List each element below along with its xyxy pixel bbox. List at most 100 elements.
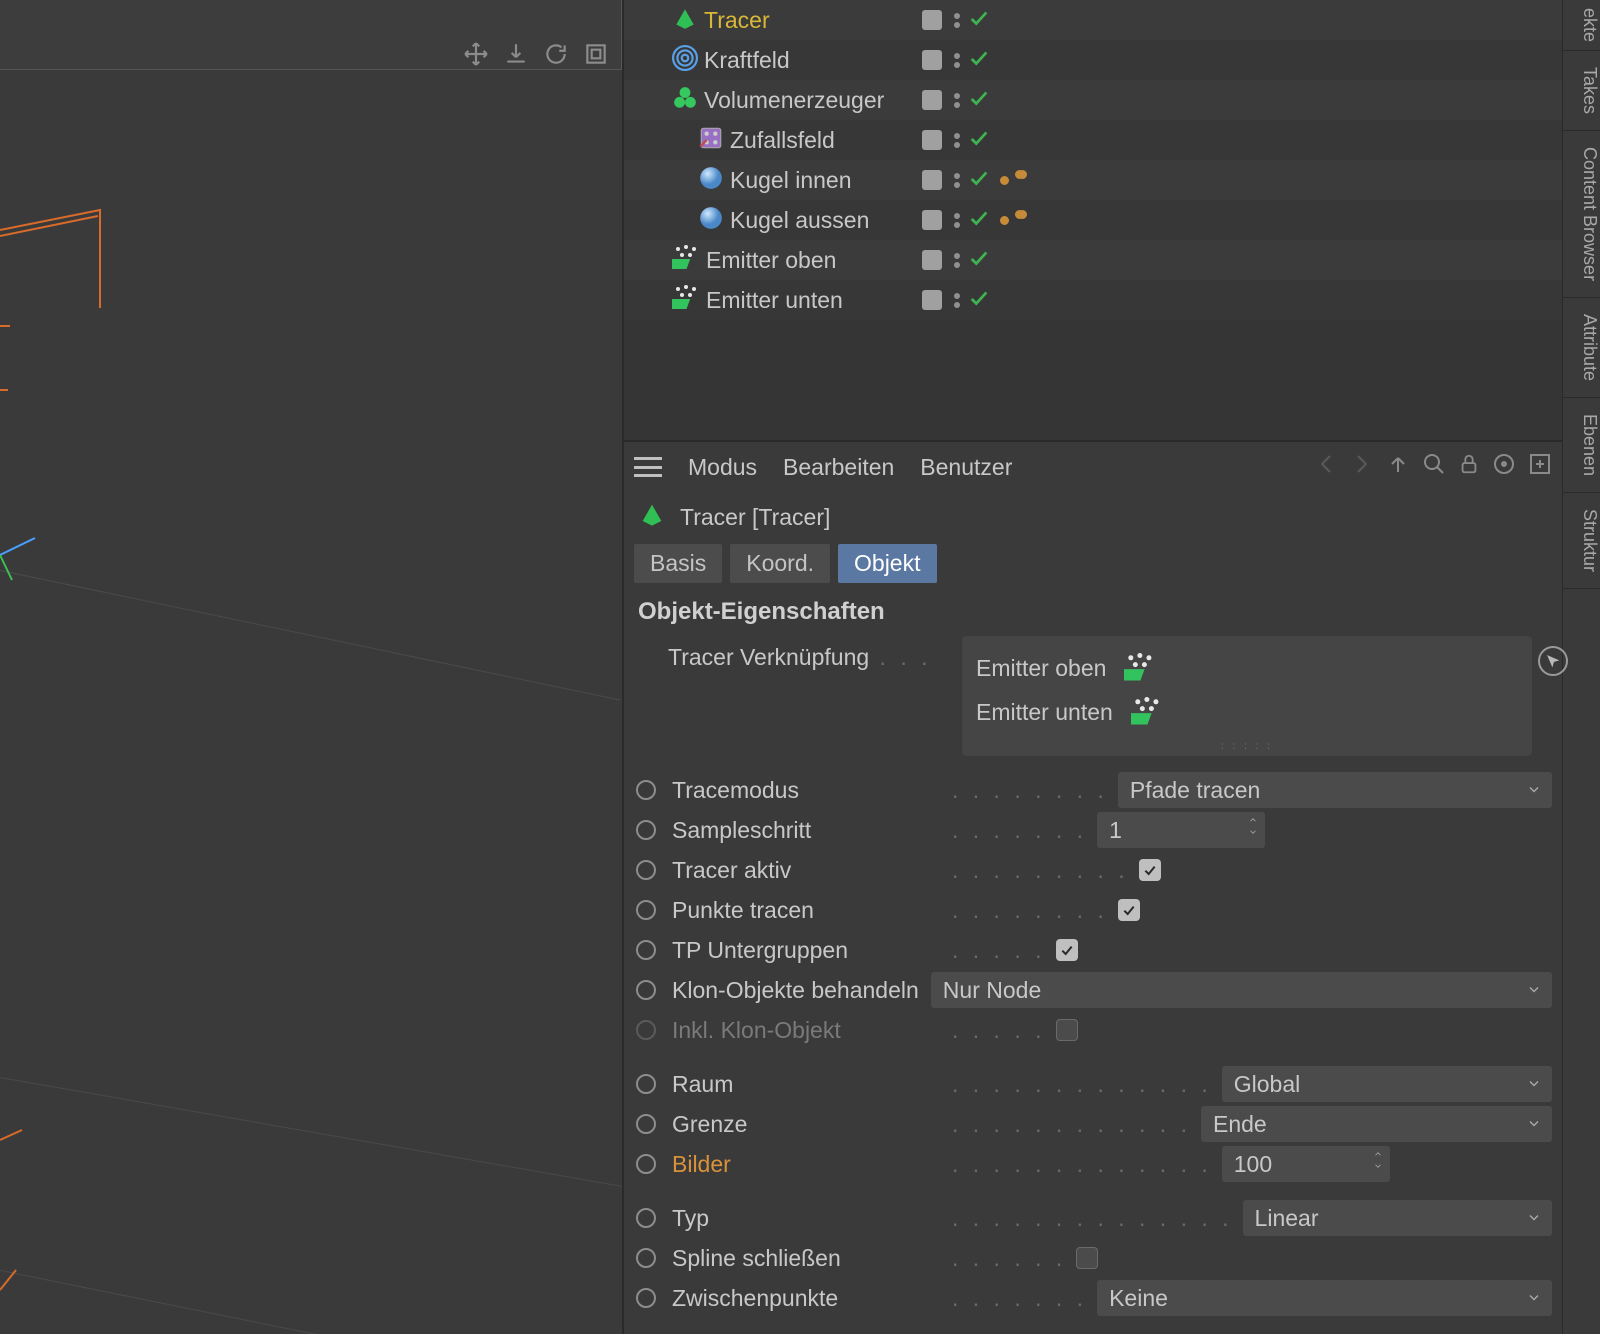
spin-icon[interactable] — [1247, 815, 1259, 837]
sidetab-attribute[interactable]: Attribute — [1563, 298, 1600, 398]
grenze-select[interactable]: Ende — [1201, 1106, 1552, 1142]
hierarchy-row-emitter-oben[interactable]: Emitter oben — [624, 240, 1562, 280]
tp-untergruppen-checkbox[interactable] — [1056, 939, 1078, 961]
object-manager[interactable]: − Tracer — [622, 0, 1562, 440]
visibility-toggle[interactable] — [922, 210, 942, 230]
sidetab-takes[interactable]: Takes — [1563, 51, 1600, 131]
link-list[interactable]: Emitter oben Emitter unten : : : : : — [962, 636, 1532, 756]
zwischenpunkte-select[interactable]: Keine — [1097, 1280, 1552, 1316]
link-item[interactable]: Emitter unten — [976, 690, 1518, 734]
anim-dot-icon[interactable] — [636, 1248, 656, 1268]
anim-dot-icon[interactable] — [636, 940, 656, 960]
layer-dots[interactable] — [954, 93, 960, 108]
sidetab-content-browser[interactable]: Content Browser — [1563, 131, 1600, 298]
anim-dot-icon[interactable] — [636, 780, 656, 800]
menu-user[interactable]: Benutzer — [920, 454, 1012, 481]
sidetab-struktur[interactable]: Struktur — [1563, 493, 1600, 589]
attribute-object-title: Tracer [Tracer] — [624, 492, 1562, 542]
material-tag-icon[interactable] — [1000, 216, 1031, 225]
spin-icon[interactable] — [1372, 1149, 1384, 1171]
layer-dots[interactable] — [954, 133, 960, 148]
menu-mode[interactable]: Modus — [688, 454, 757, 481]
search-icon[interactable] — [1422, 452, 1446, 482]
tracemodus-select[interactable]: Pfade tracen — [1118, 772, 1552, 808]
enable-check-icon[interactable] — [968, 47, 990, 74]
enable-check-icon[interactable] — [968, 247, 990, 274]
prop-typ: Typ . . . . . . . . . . . . . . Linear — [624, 1198, 1562, 1238]
visibility-toggle[interactable] — [922, 50, 942, 70]
new-window-icon[interactable] — [1528, 452, 1552, 482]
nav-back-icon[interactable] — [1314, 452, 1338, 482]
enable-check-icon[interactable] — [968, 7, 990, 34]
hierarchy-row-kugel-aussen[interactable]: Kugel aussen — [624, 200, 1562, 240]
tracer-icon — [672, 5, 698, 36]
enable-check-icon[interactable] — [968, 287, 990, 314]
link-item-label: Emitter unten — [976, 699, 1113, 726]
drop-icon[interactable] — [500, 38, 532, 70]
tab-objekt[interactable]: Objekt — [838, 544, 936, 583]
layer-dots[interactable] — [954, 253, 960, 268]
hierarchy-row-emitter-unten[interactable]: Emitter unten — [624, 280, 1562, 320]
nav-forward-icon[interactable] — [1350, 452, 1374, 482]
typ-select[interactable]: Linear — [1243, 1200, 1552, 1236]
visibility-toggle[interactable] — [922, 90, 942, 110]
hierarchy-row-tracer[interactable]: Tracer — [624, 0, 1562, 40]
anim-dot-icon[interactable] — [636, 1208, 656, 1228]
nav-up-icon[interactable] — [1386, 452, 1410, 482]
visibility-toggle[interactable] — [922, 290, 942, 310]
anim-dot-icon[interactable] — [636, 900, 656, 920]
layer-dots[interactable] — [954, 173, 960, 188]
chevron-down-icon — [1526, 977, 1542, 1004]
anim-dot-icon[interactable] — [636, 1114, 656, 1134]
hierarchy-row-kraftfeld[interactable]: Kraftfeld — [624, 40, 1562, 80]
anim-dot-icon[interactable] — [636, 860, 656, 880]
menu-icon[interactable] — [634, 457, 662, 477]
visibility-toggle[interactable] — [922, 250, 942, 270]
sampleschritt-input[interactable]: 1 — [1097, 812, 1265, 848]
visibility-toggle[interactable] — [922, 170, 942, 190]
enable-check-icon[interactable] — [968, 167, 990, 194]
punkte-tracen-checkbox[interactable] — [1118, 899, 1140, 921]
visibility-toggle[interactable] — [922, 10, 942, 30]
layer-dots[interactable] — [954, 53, 960, 68]
tab-basis[interactable]: Basis — [634, 544, 722, 583]
viewport[interactable] — [0, 0, 622, 1334]
anim-dot-icon[interactable] — [636, 980, 656, 1000]
layer-dots[interactable] — [954, 13, 960, 28]
hierarchy-row-volumenerzeuger[interactable]: Volumenerzeuger — [624, 80, 1562, 120]
visibility-toggle[interactable] — [922, 130, 942, 150]
bilder-input[interactable]: 100 — [1222, 1146, 1390, 1182]
move-icon[interactable] — [460, 38, 492, 70]
tracer-aktiv-checkbox[interactable] — [1139, 859, 1161, 881]
layer-dots[interactable] — [954, 213, 960, 228]
dots-icon: . . . . . . . . — [952, 897, 1118, 924]
hierarchy-row-kugel-innen[interactable]: Kugel innen — [624, 160, 1562, 200]
drag-handle-icon[interactable]: : : : : : — [1221, 741, 1273, 752]
enable-check-icon[interactable] — [968, 127, 990, 154]
pick-object-icon[interactable] — [1538, 646, 1568, 676]
anim-dot-icon[interactable] — [636, 1288, 656, 1308]
menu-edit[interactable]: Bearbeiten — [783, 454, 894, 481]
chevron-down-icon — [1526, 1205, 1542, 1232]
anim-dot-icon[interactable] — [636, 1154, 656, 1174]
lock-icon[interactable] — [1458, 453, 1480, 481]
hierarchy-row-zufallsfeld[interactable]: Zufallsfeld — [624, 120, 1562, 160]
layer-dots[interactable] — [954, 293, 960, 308]
sidetab-ebenen[interactable]: Ebenen — [1563, 398, 1600, 493]
sidetab-objekte[interactable]: ekte — [1563, 0, 1600, 51]
rotate-icon[interactable] — [540, 38, 572, 70]
tab-koord[interactable]: Koord. — [730, 544, 830, 583]
anim-dot-icon[interactable] — [636, 1074, 656, 1094]
anim-dot-icon[interactable] — [636, 820, 656, 840]
emitter-icon — [1131, 695, 1165, 729]
material-tag-icon[interactable] — [1000, 176, 1031, 185]
link-item[interactable]: Emitter oben — [976, 646, 1518, 690]
spline-schliessen-checkbox[interactable] — [1076, 1247, 1098, 1269]
frame-icon[interactable] — [580, 38, 612, 70]
klon-behandeln-select[interactable]: Nur Node — [931, 972, 1552, 1008]
section-title: Objekt-Eigenschaften — [624, 584, 1562, 636]
target-icon[interactable] — [1492, 452, 1516, 482]
enable-check-icon[interactable] — [968, 207, 990, 234]
enable-check-icon[interactable] — [968, 87, 990, 114]
raum-select[interactable]: Global — [1222, 1066, 1552, 1102]
